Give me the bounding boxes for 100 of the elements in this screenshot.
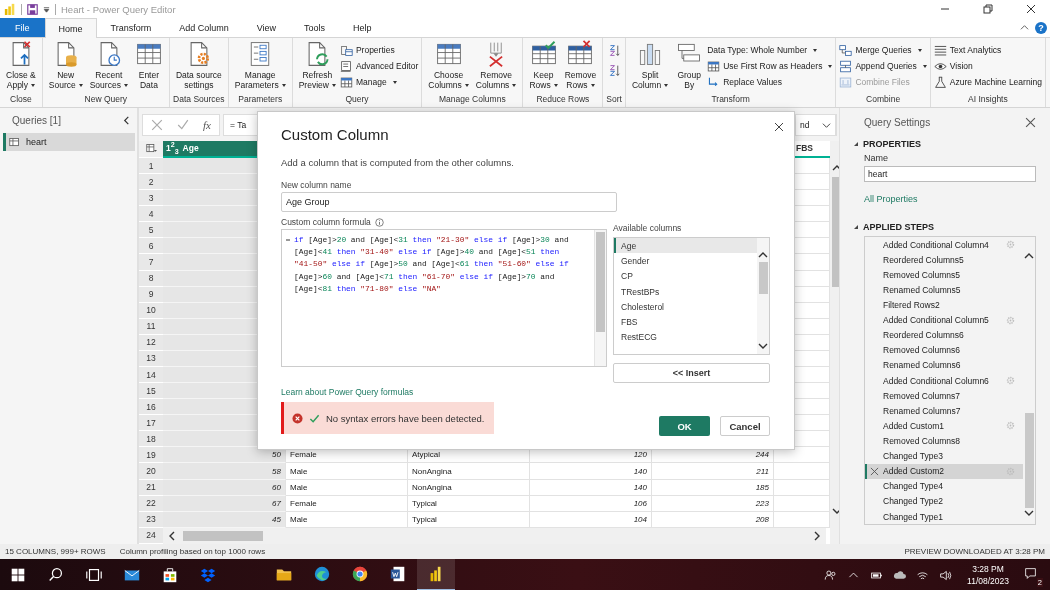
vertical-scrollbar[interactable] [594,230,606,366]
cloud-icon[interactable] [893,568,907,582]
ribbon-button[interactable]: Vision [933,60,1042,72]
save-icon[interactable] [27,3,38,15]
scroll-thumb[interactable] [758,262,768,294]
ribbon-button[interactable]: Merge Queries [839,44,927,56]
scroll-up-icon[interactable] [1024,251,1034,261]
ribbon-button[interactable]: Keep Rows [526,40,561,94]
column-list-item[interactable]: Cholesterol [614,299,757,315]
scroll-thumb[interactable] [1024,413,1034,508]
boxes-icon[interactable] [199,566,217,584]
query-item[interactable]: heart [3,133,135,151]
ribbon-button[interactable]: Replace Values [707,76,833,88]
ribbon-button[interactable]: Manage Parameters [231,40,289,94]
ribbon-button[interactable]: Refresh Preview [295,40,339,94]
column-list-item[interactable]: RestECG [614,329,757,346]
applied-step[interactable]: Removed Columns6 [865,342,1023,358]
ribbon-button[interactable]: Close & Apply [3,40,39,94]
check-icon[interactable] [177,119,189,131]
applied-step[interactable]: Renamed Columns5 [865,282,1023,298]
ring-icon[interactable] [351,565,369,583]
ribbon-button[interactable]: Data source settings [172,40,225,94]
scroll-up-icon[interactable] [758,250,768,260]
restore-icon[interactable] [983,4,993,14]
close-icon[interactable] [1026,4,1036,14]
ribbon-button[interactable]: Advanced Editor [339,60,419,72]
applied-step[interactable]: Removed Columns8 [865,433,1023,449]
applied-step[interactable]: Added Conditional Column6 [865,373,1023,389]
task-view-icon[interactable] [85,566,103,584]
applied-step[interactable]: Added Conditional Column5 [865,312,1023,328]
applied-step[interactable]: Reordered Columns5 [865,252,1023,268]
close-icon[interactable] [1025,117,1036,128]
learn-link[interactable]: Learn about Power Query formulas [281,387,414,397]
ribbon-button[interactable]: Use First Row as Headers [707,60,833,72]
column-list-item[interactable]: CP [614,268,757,284]
applied-step[interactable]: Renamed Columns7 [865,403,1023,419]
ribbon-button[interactable]: Append Queries [839,60,927,72]
info-icon[interactable] [374,217,384,227]
applied-step[interactable]: Added Custom1 [865,418,1023,434]
ribbon-button[interactable]: Recent Sources [86,40,131,94]
scroll-left-icon[interactable] [167,530,177,541]
step-dropdown[interactable]: nd [795,114,836,136]
wave-icon[interactable] [313,565,331,583]
document-icon[interactable] [389,565,407,583]
cancel-button[interactable]: Cancel [720,416,770,436]
ribbon-tab[interactable]: Transform [96,18,166,37]
ribbon-tab[interactable]: View [242,18,291,37]
help-button[interactable]: ? [1035,21,1047,34]
insert-button[interactable]: << Insert [613,363,770,383]
column-list-item[interactable]: FBS [614,314,757,330]
expand-icon[interactable] [854,225,858,229]
ribbon-button[interactable]: Remove Columns [472,40,520,94]
ok-button[interactable]: OK [659,416,710,436]
applied-step[interactable]: Added Custom2 [865,463,1023,479]
ribbon-tab[interactable]: Add Column [165,18,243,37]
applied-step[interactable]: Changed Type3 [865,448,1023,464]
shopping-bag-icon[interactable] [161,566,179,584]
ribbon-button[interactable]: Azure Machine Learning [933,76,1042,88]
ribbon-button[interactable]: Remove Rows [561,40,600,94]
ribbon-tab[interactable]: File [0,18,45,37]
scroll-down-icon[interactable] [1024,508,1034,518]
column-list-item[interactable]: Age [614,238,757,254]
applied-step[interactable]: Removed Columns7 [865,388,1023,404]
applied-step[interactable]: Changed Type2 [865,493,1023,509]
ribbon-button[interactable]: Enter Data [131,40,166,94]
ribbon-button[interactable]: Data Type: Whole Number [707,44,833,56]
search-icon[interactable] [47,566,65,584]
scroll-down-icon[interactable] [758,341,768,351]
applied-step[interactable]: Added Conditional Column4 [865,237,1023,253]
scroll-right-icon[interactable] [812,530,822,541]
scroll-thumb[interactable] [183,530,263,541]
applied-step[interactable]: Changed Type4 [865,478,1023,494]
applied-step[interactable]: Renamed Columns6 [865,357,1023,373]
name-field[interactable]: heart [864,166,1036,182]
ribbon-button[interactable]: Group By [672,40,707,94]
table-menu-icon[interactable] [145,143,157,155]
scroll-thumb[interactable] [832,177,839,287]
ribbon-tab[interactable]: Tools [290,18,340,37]
notification-icon[interactable] [1024,567,1037,580]
taskbar-button[interactable] [417,559,455,590]
volume-icon[interactable] [939,568,953,582]
applied-step[interactable]: Reordered Columns6 [865,327,1023,343]
ribbon-button[interactable]: Properties [339,44,419,56]
applied-step[interactable]: Changed Type1 [865,508,1023,525]
column-list-item[interactable]: TRestBPs [614,283,757,300]
dropdown-icon[interactable] [43,5,50,13]
all-properties-link[interactable]: All Properties [864,194,918,204]
ribbon-tab[interactable]: Help [339,18,386,37]
ribbon-tab[interactable]: Home [44,18,97,38]
delete-icon[interactable] [870,466,879,476]
applied-step[interactable]: Filtered Rows2 [865,297,1023,313]
expand-icon[interactable] [854,142,858,146]
close-icon[interactable] [774,122,784,132]
people-icon[interactable] [824,568,838,582]
ribbon-button[interactable]: Choose Columns [425,40,472,94]
ribbon-button[interactable]: Split Column [628,40,672,94]
windows-logo-icon[interactable] [9,566,27,584]
ribbon-button[interactable]: Text Analytics [933,44,1042,56]
column-name-field[interactable]: Age Group [281,192,617,212]
applied-step[interactable]: Removed Columns5 [865,267,1023,283]
